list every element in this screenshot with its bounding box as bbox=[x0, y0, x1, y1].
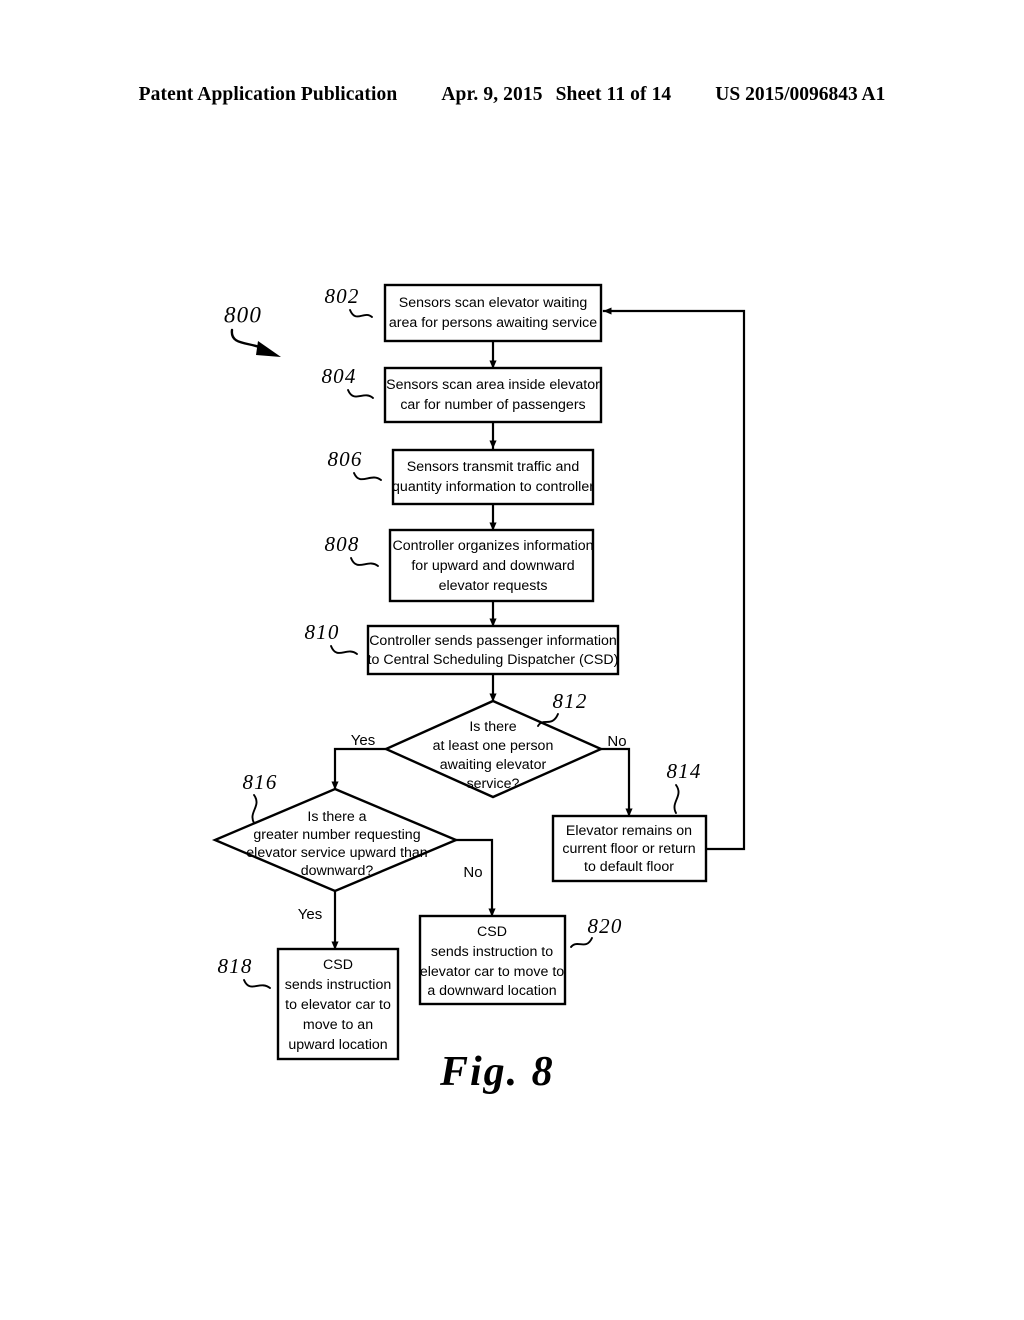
ref-800-arrowhead bbox=[256, 341, 281, 357]
node-812-line-4: service? bbox=[467, 776, 520, 792]
ref-816-leader bbox=[251, 794, 258, 824]
ref-806-leader bbox=[353, 472, 382, 481]
edge-label-812-yes: Yes bbox=[351, 732, 375, 749]
ref-820-leader bbox=[570, 937, 593, 948]
ref-814: 814 bbox=[666, 759, 701, 814]
node-820-line-3: elevator car to move to bbox=[420, 964, 564, 980]
ref-810-leader bbox=[330, 645, 358, 655]
node-802-line-2: area for persons awaiting service bbox=[389, 315, 597, 331]
node-812[interactable]: Is there at least one person awaiting el… bbox=[383, 699, 604, 799]
node-808-line-3: elevator requests bbox=[439, 578, 548, 594]
node-816-line-4: downward? bbox=[301, 863, 374, 879]
node-812-line-2: at least one person bbox=[433, 738, 554, 754]
ref-802: 802 bbox=[324, 284, 373, 318]
node-808-line-1: Controller organizes information bbox=[392, 538, 593, 554]
ref-814-leader bbox=[673, 784, 680, 814]
ref-804-leader bbox=[347, 389, 374, 399]
ref-814-label: 814 bbox=[666, 759, 701, 783]
node-818-line-1: CSD bbox=[323, 957, 353, 973]
edge-label-816-no: No bbox=[463, 864, 482, 881]
node-814-line-2: current floor or return bbox=[562, 841, 695, 857]
node-814-line-3: to default floor bbox=[584, 859, 674, 875]
ref-808-leader bbox=[350, 557, 379, 567]
node-818[interactable]: CSD sends instruction to elevator car to… bbox=[276, 947, 400, 1061]
node-808-line-2: for upward and downward bbox=[411, 558, 574, 574]
ref-810-label: 810 bbox=[304, 620, 339, 644]
connector-812-no-814 bbox=[599, 747, 633, 818]
node-802-shape bbox=[383, 283, 603, 343]
ref-806: 806 bbox=[327, 447, 382, 481]
node-812-line-1: Is there bbox=[469, 719, 516, 735]
ref-820: 820 bbox=[570, 914, 622, 948]
node-820-line-1: CSD bbox=[477, 924, 507, 940]
ref-812-label: 812 bbox=[552, 689, 587, 713]
node-818-line-5: upward location bbox=[288, 1037, 387, 1053]
node-804[interactable]: Sensors scan area inside elevator car fo… bbox=[383, 366, 603, 424]
ref-818-leader bbox=[243, 979, 271, 989]
edge-label-812-no: No bbox=[607, 733, 626, 750]
node-804-line-1: Sensors scan area inside elevator bbox=[386, 377, 600, 393]
ref-808: 808 bbox=[324, 532, 379, 567]
node-816-line-2: greater number requesting bbox=[253, 827, 420, 843]
node-810-line-1: Controller sends passenger information bbox=[369, 633, 617, 649]
ref-818: 818 bbox=[217, 954, 271, 989]
node-816-line-3: elevator service upward than bbox=[246, 845, 427, 861]
node-806[interactable]: Sensors transmit traffic and quantity in… bbox=[391, 448, 594, 506]
node-820-line-4: a downward location bbox=[427, 983, 556, 999]
ref-800-label: 800 bbox=[224, 302, 262, 327]
connector-812-yes-816 bbox=[331, 747, 388, 791]
flowchart-diagram: Sensors scan elevator waiting area for p… bbox=[211, 283, 746, 1061]
node-820-line-2: sends instruction to bbox=[431, 944, 553, 960]
ref-820-label: 820 bbox=[587, 914, 622, 938]
ref-808-label: 808 bbox=[324, 532, 359, 556]
node-818-line-2: sends instruction bbox=[285, 977, 391, 993]
ref-816-label: 816 bbox=[242, 770, 277, 794]
node-810-line-2: to Central Scheduling Dispatcher (CSD) bbox=[368, 652, 619, 668]
ref-804-label: 804 bbox=[321, 364, 356, 388]
ref-802-label: 802 bbox=[324, 284, 359, 308]
node-816[interactable]: Is there a greater number requesting ele… bbox=[211, 787, 460, 893]
node-816-line-1: Is there a bbox=[307, 809, 366, 825]
ref-806-label: 806 bbox=[327, 447, 362, 471]
edge-label-816-yes: Yes bbox=[298, 906, 322, 923]
node-818-line-3: to elevator car to bbox=[285, 997, 391, 1013]
node-820[interactable]: CSD sends instruction to elevator car to… bbox=[418, 914, 567, 1006]
ref-802-leader bbox=[349, 309, 373, 318]
ref-810: 810 bbox=[304, 620, 358, 655]
patent-page: Patent Application Publication Apr. 9, 2… bbox=[0, 0, 1024, 1320]
ref-800: 800 bbox=[224, 302, 281, 357]
node-802[interactable]: Sensors scan elevator waiting area for p… bbox=[383, 283, 603, 343]
ref-812: 812 bbox=[537, 689, 587, 727]
node-806-line-2: quantity information to controller bbox=[392, 479, 594, 495]
node-802-line-1: Sensors scan elevator waiting bbox=[399, 295, 587, 311]
figure-caption: Fig. 8 bbox=[440, 1049, 555, 1095]
node-814[interactable]: Elevator remains on current floor or ret… bbox=[551, 814, 708, 883]
node-812-line-3: awaiting elevator bbox=[440, 757, 547, 773]
node-804-line-2: car for number of passengers bbox=[400, 397, 585, 413]
node-818-line-4: move to an bbox=[303, 1017, 373, 1033]
node-810[interactable]: Controller sends passenger information t… bbox=[366, 624, 620, 676]
node-808[interactable]: Controller organizes information for upw… bbox=[388, 528, 595, 603]
ref-804: 804 bbox=[321, 364, 374, 399]
ref-818-label: 818 bbox=[217, 954, 252, 978]
node-806-line-1: Sensors transmit traffic and bbox=[407, 459, 579, 475]
node-814-line-1: Elevator remains on bbox=[566, 823, 692, 839]
